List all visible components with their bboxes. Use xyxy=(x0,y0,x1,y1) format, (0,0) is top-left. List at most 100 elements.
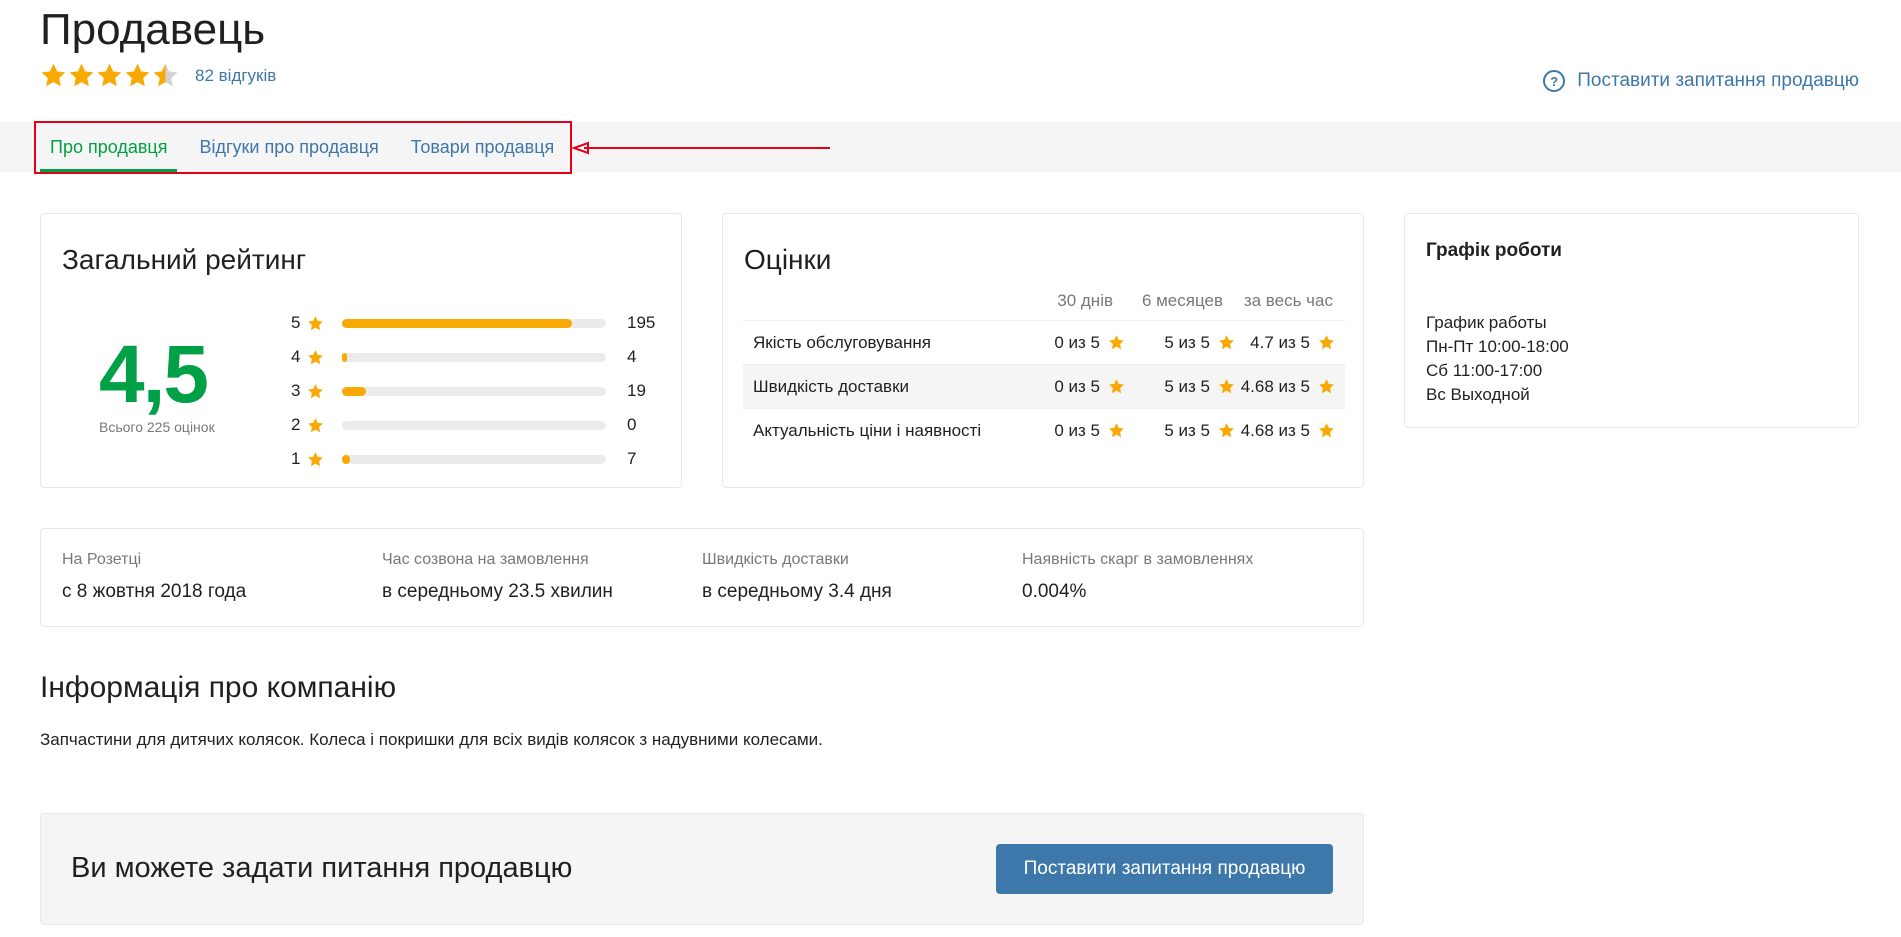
total-ratings-count: Всього 225 оцінок xyxy=(99,419,215,435)
bar-stars-label: 1 xyxy=(291,449,301,468)
star-icon xyxy=(307,451,324,468)
bar-count: 19 xyxy=(627,381,646,400)
scores-table: Якість обслуговування 0 из 5 5 из 5 4.7 … xyxy=(743,320,1345,452)
star-icon xyxy=(1218,334,1235,351)
schedule-line: График работы xyxy=(1426,313,1547,332)
ask-seller-link[interactable]: ? Поставити запитання продавцю xyxy=(1543,70,1859,92)
scores-col-all-time: за весь час xyxy=(1243,291,1333,310)
score-value: 0 из 5 xyxy=(1035,377,1125,397)
bar-stars-label: 2 xyxy=(291,415,301,434)
schedule-lines: График работы Пн-Пт 10:00-18:00 Сб 11:00… xyxy=(1426,311,1569,407)
overall-rating-title: Загальний рейтинг xyxy=(62,244,307,275)
tab-seller-products[interactable]: Товари продавця xyxy=(401,122,565,172)
star-icon xyxy=(40,62,67,89)
rating-distribution: 5 195 4 4 3 19 2 0 1 7 xyxy=(291,306,655,476)
star-icon xyxy=(96,62,123,89)
stat-call-time: Час созвона на замовлення в середньому 2… xyxy=(382,551,613,603)
schedule-title: Графік роботи xyxy=(1426,240,1562,261)
rating-bar-row: 4 4 xyxy=(291,340,655,374)
stat-value: 0.004% xyxy=(1022,581,1087,602)
score-value: 5 из 5 xyxy=(1125,421,1235,441)
bar-stars-label: 4 xyxy=(291,347,301,366)
star-icon xyxy=(307,383,324,400)
score-value: 0 из 5 xyxy=(1035,421,1125,441)
ask-seller-box: Ви можете задати питання продавцю Постав… xyxy=(40,813,1364,925)
score-row: Актуальність ціни і наявності 0 из 5 5 и… xyxy=(743,408,1345,452)
star-icon xyxy=(1318,378,1335,395)
scores-card: Оцінки 30 днів 6 месяцев за весь час Які… xyxy=(722,213,1364,488)
star-icon xyxy=(307,349,324,366)
scores-title: Оцінки xyxy=(744,244,832,275)
rating-bar-row: 1 7 xyxy=(291,442,655,476)
score-value: 0 из 5 xyxy=(1035,333,1125,353)
bar-fill xyxy=(342,352,348,362)
score-row: Швидкість доставки 0 из 5 5 из 5 4.68 из… xyxy=(743,364,1345,408)
bar-fill xyxy=(342,386,366,396)
tab-about-seller[interactable]: Про продавця xyxy=(40,122,178,172)
star-icon xyxy=(124,62,151,89)
score-value: 4.68 из 5 xyxy=(1235,421,1345,441)
stat-value: в середньому 3.4 дня xyxy=(702,581,892,602)
score-value: 5 из 5 xyxy=(1125,333,1235,353)
stat-label: На Розетці xyxy=(62,551,142,568)
star-icon xyxy=(307,417,324,434)
bar-track xyxy=(342,454,606,464)
bar-track xyxy=(342,420,606,430)
seller-rating-row: 82 відгуків xyxy=(40,62,276,89)
star-icon xyxy=(68,62,95,89)
overall-score: 4,5 xyxy=(99,329,209,420)
bar-track xyxy=(342,386,606,396)
tabs-bar: Про продавця Відгуки про продавця Товари… xyxy=(0,122,1901,172)
star-icon xyxy=(1108,422,1125,439)
score-value: 4.68 из 5 xyxy=(1235,377,1345,397)
star-icon xyxy=(1218,378,1235,395)
stat-delivery-speed: Швидкість доставки в середньому 3.4 дня xyxy=(702,551,892,603)
score-row: Якість обслуговування 0 из 5 5 из 5 4.7 … xyxy=(743,320,1345,364)
overall-rating-card: Загальний рейтинг 4,5 Всього 225 оцінок … xyxy=(40,213,682,488)
rating-bar-row: 3 19 xyxy=(291,374,655,408)
stat-label: Час созвона на замовлення xyxy=(382,551,589,568)
company-description: Запчастини для дитячих колясок. Колеса і… xyxy=(40,730,823,749)
ask-seller-button[interactable]: Поставити запитання продавцю xyxy=(996,844,1333,894)
seller-tabs: Про продавця Відгуки про продавця Товари… xyxy=(40,122,576,172)
bar-track xyxy=(342,352,606,362)
bar-count: 0 xyxy=(627,415,637,434)
score-label: Актуальність ціни і наявності xyxy=(753,420,982,440)
company-info-title: Інформація про компанію xyxy=(40,671,397,704)
star-icon xyxy=(1108,334,1125,351)
score-label: Швидкість доставки xyxy=(753,376,909,396)
scores-col-30-days: 30 днів xyxy=(1057,291,1113,310)
tab-seller-reviews[interactable]: Відгуки про продавця xyxy=(189,122,388,172)
stat-value: в середньому 23.5 хвилин xyxy=(382,581,613,602)
stat-complaints: Наявність скарг в замовленнях 0.004% xyxy=(1022,551,1253,603)
rating-bar-row: 2 0 xyxy=(291,408,655,442)
star-icon xyxy=(1108,378,1125,395)
rating-stars xyxy=(40,62,179,89)
reviews-count-link[interactable]: 82 відгуків xyxy=(195,66,276,86)
seller-stats-card: На Розетці с 8 жовтня 2018 года Час созв… xyxy=(40,528,1364,627)
star-icon xyxy=(1318,422,1335,439)
scores-header: 30 днів 6 месяцев за весь час xyxy=(1023,291,1333,311)
bar-count: 195 xyxy=(627,313,656,332)
schedule-line: Вс Выходной xyxy=(1426,385,1530,404)
stat-value: с 8 жовтня 2018 года xyxy=(62,581,247,602)
bar-stars-label: 3 xyxy=(291,381,301,400)
score-value: 5 из 5 xyxy=(1125,377,1235,397)
bar-track xyxy=(342,318,606,328)
stat-label: Швидкість доставки xyxy=(702,551,849,568)
stat-label: Наявність скарг в замовленнях xyxy=(1022,551,1254,568)
stat-on-rozetka: На Розетці с 8 жовтня 2018 года xyxy=(62,551,246,603)
ask-box-text: Ви можете задати питання продавцю xyxy=(71,852,573,884)
star-icon xyxy=(152,62,179,89)
bar-count: 7 xyxy=(627,449,637,468)
star-icon xyxy=(1318,334,1335,351)
star-icon xyxy=(1218,422,1235,439)
ask-seller-label: Поставити запитання продавцю xyxy=(1577,70,1859,91)
star-icon xyxy=(307,315,324,332)
scores-col-6-months: 6 месяцев xyxy=(1141,291,1223,310)
bar-count: 4 xyxy=(627,347,637,366)
bar-fill xyxy=(342,454,350,464)
schedule-card: Графік роботи График работы Пн-Пт 10:00-… xyxy=(1404,213,1859,428)
page-title: Продавець xyxy=(40,5,266,54)
schedule-line: Сб 11:00-17:00 xyxy=(1426,361,1543,380)
